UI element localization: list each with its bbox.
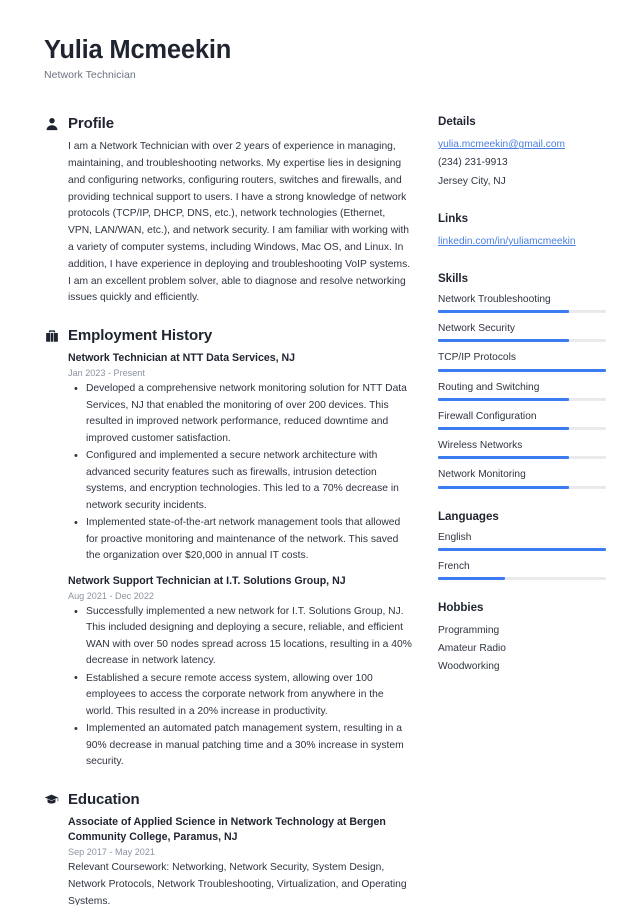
- section-education-body: Associate of Applied Science in Network …: [44, 815, 412, 905]
- skill-meter-fill: [438, 339, 570, 343]
- main-column: Profile I am a Network Technician with o…: [44, 115, 412, 905]
- skill-item: Network Monitoring: [438, 468, 606, 489]
- education-entry-date: Sep 2017 - May 2021: [68, 847, 155, 858]
- sidebar-details: Details yulia.mcmeekin@gmail.com (234) 2…: [438, 115, 606, 190]
- education-entry: Associate of Applied Science in Network …: [68, 815, 412, 905]
- candidate-job-title: Network Technician: [44, 69, 136, 82]
- section-profile-body: I am a Network Technician with over 2 ye…: [44, 139, 412, 307]
- skill-label: TCP/IP Protocols: [438, 352, 516, 364]
- skill-label: Network Security: [438, 323, 515, 335]
- bullet-item: Developed a comprehensive network monito…: [68, 381, 412, 447]
- skill-meter-fill: [438, 310, 570, 314]
- hobby-item: Amateur Radio: [438, 643, 506, 655]
- employment-entry-bullets: Successfully implemented a new network f…: [68, 604, 412, 771]
- language-meter-fill: [438, 577, 506, 581]
- sidebar-languages-title: Languages: [438, 509, 499, 523]
- education-entry-title: Associate of Applied Science in Network …: [68, 815, 386, 844]
- skill-item: Network Troubleshooting: [438, 293, 606, 314]
- language-label: English: [438, 531, 472, 543]
- skill-meter-fill: [438, 368, 606, 372]
- bullet-item: Successfully implemented a new network f…: [68, 604, 412, 670]
- sidebar-links: Links linkedin.com/in/yuliamcmeekin: [438, 212, 606, 251]
- employment-entry-date: Aug 2021 - Dec 2022: [68, 591, 154, 601]
- skill-item: Wireless Networks: [438, 439, 606, 460]
- skill-meter-fill: [438, 427, 570, 431]
- person-icon: [44, 116, 59, 131]
- hobby-item: Programming: [438, 625, 500, 637]
- email-link[interactable]: yulia.mcmeekin@gmail.com: [438, 136, 606, 154]
- linkedin-link[interactable]: linkedin.com/in/yuliamcmeekin: [438, 233, 606, 251]
- section-education-title: Education: [68, 790, 140, 808]
- bullet-item: Established a secure remote access syste…: [68, 670, 412, 720]
- language-meter-track: [438, 547, 606, 551]
- section-employment: Employment History Network Technician at…: [44, 327, 412, 771]
- section-profile: Profile I am a Network Technician with o…: [44, 115, 412, 307]
- section-employment-body: Network Technician at NTT Data Services,…: [44, 351, 412, 771]
- candidate-name: Yulia Mcmeekin: [44, 36, 232, 64]
- language-label: French: [438, 560, 470, 572]
- bullet-item: Implemented state-of-the-art network man…: [68, 515, 412, 564]
- sidebar-languages: Languages English French: [438, 510, 606, 581]
- skill-meter-fill: [438, 485, 570, 489]
- skill-item: Routing and Switching: [438, 381, 606, 401]
- skill-meter-track: [438, 456, 606, 460]
- sidebar-details-title: Details: [438, 115, 476, 129]
- graduation-cap-icon: [44, 792, 59, 807]
- skill-meter-track: [438, 310, 606, 314]
- location-value: Jersey City, NJ: [438, 175, 506, 187]
- skill-meter-track: [438, 397, 606, 401]
- skill-label: Routing and Switching: [438, 381, 540, 393]
- skill-meter-fill: [438, 397, 570, 401]
- skill-meter-fill: [438, 456, 570, 460]
- skill-label: Network Monitoring: [438, 469, 526, 481]
- section-education-header: Education: [44, 791, 412, 808]
- education-entry-description: Relevant Coursework: Networking, Network…: [68, 862, 407, 905]
- sidebar-column: Details yulia.mcmeekin@gmail.com (234) 2…: [438, 115, 606, 696]
- language-meter-track: [438, 577, 606, 581]
- briefcase-icon: [44, 328, 59, 343]
- sidebar-hobbies-title: Hobbies: [438, 601, 484, 615]
- skill-meter-track: [438, 339, 606, 343]
- employment-entry: Network Support Technician at I.T. Solut…: [68, 574, 412, 771]
- employment-entry-title: Network Technician at NTT Data Services,…: [68, 352, 296, 365]
- section-profile-header: Profile: [44, 115, 412, 132]
- resume-header: Yulia Mcmeekin Network Technician: [44, 36, 600, 81]
- resume-page: Yulia Mcmeekin Network Technician Profil…: [0, 0, 640, 905]
- hobby-item: Woodworking: [438, 660, 500, 672]
- sidebar-skills-title: Skills: [438, 271, 468, 285]
- sidebar-links-title: Links: [438, 211, 469, 225]
- skill-item: TCP/IP Protocols: [438, 351, 606, 372]
- section-employment-header: Employment History: [44, 327, 412, 344]
- language-item: French: [438, 560, 606, 581]
- phone-value: (234) 231-9913: [438, 157, 508, 169]
- resume-columns: Profile I am a Network Technician with o…: [44, 115, 606, 905]
- profile-text: I am a Network Technician with over 2 ye…: [68, 141, 411, 304]
- skill-meter-track: [438, 368, 606, 372]
- bullet-item: Configured and implemented a secure netw…: [68, 448, 412, 514]
- sidebar-hobbies: Hobbies Programming Amateur Radio Woodwo…: [438, 601, 606, 676]
- section-employment-title: Employment History: [68, 327, 213, 345]
- skill-item: Network Security: [438, 322, 606, 343]
- skill-item: Firewall Configuration: [438, 410, 606, 431]
- section-profile-title: Profile: [68, 115, 114, 133]
- employment-entry-title: Network Support Technician at I.T. Solut…: [68, 574, 346, 587]
- section-education: Education Associate of Applied Science i…: [44, 791, 412, 905]
- employment-entry-bullets: Developed a comprehensive network monito…: [68, 381, 412, 564]
- sidebar-skills: Skills Network Troubleshooting Network S…: [438, 272, 606, 489]
- employment-entry-date: Jan 2023 - Present: [68, 368, 145, 379]
- skill-meter-track: [438, 427, 606, 431]
- skill-meter-track: [438, 485, 606, 489]
- bullet-item: Implemented an automated patch managemen…: [68, 721, 412, 770]
- skill-label: Wireless Networks: [438, 440, 523, 452]
- language-item: English: [438, 531, 606, 551]
- language-meter-fill: [438, 547, 606, 551]
- skill-label: Firewall Configuration: [438, 410, 537, 422]
- skill-label: Network Troubleshooting: [438, 293, 551, 305]
- employment-entry: Network Technician at NTT Data Services,…: [68, 351, 412, 565]
